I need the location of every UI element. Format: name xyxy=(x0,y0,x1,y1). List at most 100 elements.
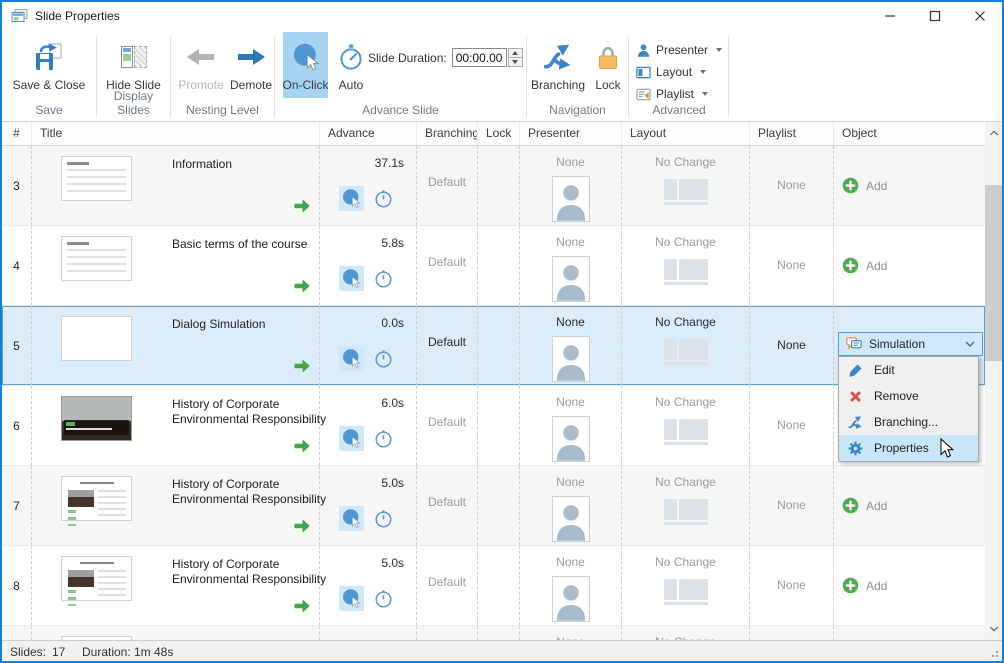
timer-icon[interactable] xyxy=(373,508,394,529)
layout-cell[interactable]: No Change xyxy=(622,386,750,465)
presenter-cell[interactable]: None xyxy=(520,386,622,465)
playlist-cell[interactable]: None xyxy=(750,466,834,545)
lock-cell[interactable] xyxy=(478,306,520,385)
presenter-cell[interactable]: None xyxy=(520,546,622,625)
slide-number: 8 xyxy=(2,546,32,625)
presenter-avatar-icon xyxy=(552,176,590,222)
timer-icon[interactable] xyxy=(373,268,394,289)
on-click-button[interactable]: On-Click xyxy=(283,32,328,98)
add-object-button[interactable]: Add xyxy=(842,497,887,514)
slides-count-label: Slides: xyxy=(10,645,46,659)
layout-dropdown[interactable]: Layout xyxy=(636,63,706,81)
playlist-cell[interactable]: None xyxy=(750,146,834,225)
object-cell[interactable]: Add xyxy=(834,466,985,545)
slide-title: Basic terms of the course xyxy=(172,237,328,252)
lock-cell[interactable] xyxy=(478,226,520,305)
table-row-8[interactable]: 8 History of Corporate Environmental Res… xyxy=(2,546,985,626)
layout-cell[interactable]: No Change xyxy=(622,306,750,385)
promote-button[interactable]: Promote xyxy=(174,32,228,92)
on-click-icon[interactable] xyxy=(339,586,364,611)
lock-cell[interactable] xyxy=(478,146,520,225)
presenter-dropdown[interactable]: Presenter xyxy=(636,41,722,59)
table-header: # Title Advance Branching Lock Presenter… xyxy=(2,122,985,146)
table-row-3[interactable]: 3 Information 37.1s Default None xyxy=(2,146,985,226)
duration-label: Duration: xyxy=(82,645,131,659)
playlist-cell[interactable]: None xyxy=(750,226,834,305)
menu-item-edit[interactable]: Edit xyxy=(839,357,978,383)
presenter-cell[interactable]: None xyxy=(520,226,622,305)
lock-cell[interactable] xyxy=(478,546,520,625)
timer-icon[interactable] xyxy=(373,588,394,609)
column-header-presenter: Presenter xyxy=(520,122,622,145)
slide-number xyxy=(2,626,32,640)
menu-item-branching[interactable]: Branching... xyxy=(839,409,978,435)
menu-item-properties[interactable]: Properties xyxy=(839,435,978,461)
spinner-down-button[interactable] xyxy=(508,58,523,67)
table-row-9-partial[interactable]: None No Change xyxy=(2,626,985,640)
resize-grip[interactable] xyxy=(988,647,998,657)
branching-cell[interactable]: Default xyxy=(417,146,478,225)
lock-cell[interactable] xyxy=(478,386,520,465)
branching-cell[interactable]: Default xyxy=(417,226,478,305)
presenter-cell[interactable]: None xyxy=(520,466,622,545)
slide-title: History of Corporate Environmental Respo… xyxy=(172,397,328,427)
on-click-icon[interactable] xyxy=(339,506,364,531)
object-cell[interactable]: Add xyxy=(834,546,985,625)
auto-button[interactable]: Auto xyxy=(333,32,369,92)
add-object-button[interactable]: Add xyxy=(842,257,887,274)
scroll-up-button[interactable] xyxy=(985,122,1002,144)
timer-icon[interactable] xyxy=(373,348,394,369)
add-object-button[interactable]: Add xyxy=(842,177,887,194)
on-click-icon xyxy=(291,38,321,76)
on-click-icon[interactable] xyxy=(339,266,364,291)
presenter-cell[interactable]: None xyxy=(520,306,622,385)
timer-icon[interactable] xyxy=(373,188,394,209)
layout-cell[interactable]: No Change xyxy=(622,146,750,225)
simulation-icon xyxy=(846,336,862,352)
on-click-icon[interactable] xyxy=(339,186,364,211)
table-row-4[interactable]: 4 Basic terms of the course 5.8s Default xyxy=(2,226,985,306)
playlist-cell[interactable]: None xyxy=(750,546,834,625)
table-row-7[interactable]: 7 History of Corporate Environmental Res… xyxy=(2,466,985,546)
playlist-cell[interactable]: None xyxy=(750,306,834,385)
layout-cell[interactable]: No Change xyxy=(622,226,750,305)
demote-button[interactable]: Demote xyxy=(228,32,274,92)
vertical-scrollbar[interactable] xyxy=(985,122,1002,640)
lock-button[interactable]: Lock xyxy=(590,32,626,92)
add-object-button[interactable]: Add xyxy=(842,577,887,594)
layout-cell[interactable]: No Change xyxy=(622,546,750,625)
playlist-cell[interactable]: None xyxy=(750,386,834,465)
on-click-icon[interactable] xyxy=(339,346,364,371)
presenter-avatar-icon xyxy=(552,496,590,542)
slide-title: Information xyxy=(172,157,328,172)
slide-properties-window: Slide Properties Save & Close Save Hide … xyxy=(0,0,1004,663)
close-button[interactable] xyxy=(957,2,1002,30)
branching-cell[interactable]: Default xyxy=(417,306,478,385)
on-click-label: On-Click xyxy=(283,78,329,92)
on-click-icon[interactable] xyxy=(339,426,364,451)
slide-title: History of Corporate Environmental Respo… xyxy=(172,557,328,587)
branching-cell[interactable]: Default xyxy=(417,546,478,625)
branching-button[interactable]: Branching xyxy=(527,32,589,92)
branching-cell[interactable]: Default xyxy=(417,386,478,465)
hide-slide-button[interactable]: Hide Slide xyxy=(100,32,167,92)
slide-duration-input[interactable] xyxy=(452,48,507,67)
presenter-avatar-icon xyxy=(552,416,590,462)
branching-cell[interactable]: Default xyxy=(417,466,478,545)
maximize-button[interactable] xyxy=(912,2,957,30)
playlist-dropdown[interactable]: Playlist xyxy=(636,85,708,103)
lock-cell[interactable] xyxy=(478,466,520,545)
minimize-button[interactable] xyxy=(867,2,912,30)
slide-number: 3 xyxy=(2,146,32,225)
object-cell[interactable]: Add xyxy=(834,226,985,305)
menu-item-remove[interactable]: Remove xyxy=(839,383,978,409)
layout-cell[interactable]: No Change xyxy=(622,466,750,545)
presenter-cell[interactable]: None xyxy=(520,146,622,225)
scroll-down-button[interactable] xyxy=(985,618,1002,640)
object-cell[interactable]: Add xyxy=(834,146,985,225)
spinner-up-button[interactable] xyxy=(508,48,523,58)
timer-icon[interactable] xyxy=(373,428,394,449)
object-dropdown[interactable]: Simulation xyxy=(838,332,983,356)
scrollbar-thumb[interactable] xyxy=(985,185,1002,361)
save-close-button[interactable]: Save & Close xyxy=(6,32,92,92)
